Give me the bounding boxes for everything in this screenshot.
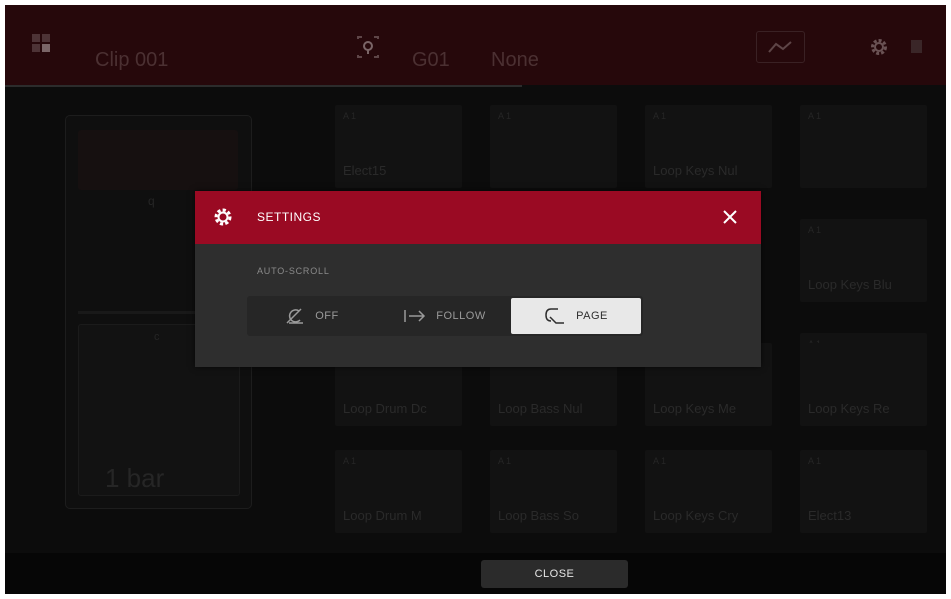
follow-arrow-icon — [404, 310, 426, 322]
pad[interactable]: A 1 Loop Keys Cry — [645, 450, 772, 533]
pad-name: Loop Bass Nul — [498, 401, 583, 416]
top-bar: Clip 001 G01 None — [5, 5, 946, 85]
gear-icon — [214, 208, 232, 226]
option-label: FOLLOW — [436, 310, 486, 322]
clip-name[interactable]: Clip 001 — [95, 49, 168, 72]
group-value[interactable]: None — [491, 49, 539, 72]
pad[interactable]: A 1 — [800, 105, 927, 188]
pad-name: Elect15 — [343, 163, 387, 178]
pad-tag: A 1 — [343, 111, 357, 121]
auto-scroll-follow-button[interactable]: FOLLOW — [380, 296, 510, 336]
option-label: PAGE — [576, 310, 608, 322]
pad-tag: A 1 — [808, 111, 822, 121]
clip-waveform — [78, 130, 238, 190]
stop-icon[interactable] — [911, 40, 922, 53]
pad[interactable]: A 1 Loop Keys Nul — [645, 105, 772, 188]
auto-scroll-label: AUTO-SCROLL — [257, 266, 330, 276]
auto-scroll-selector: OFF FOLLOW PAGE — [247, 296, 643, 336]
pad[interactable]: A 1 Loop Keys Blu — [800, 219, 927, 302]
pad-tag: A 1 — [653, 111, 667, 121]
pad-tag: A 1 — [498, 111, 512, 121]
settings-dialog: SETTINGS AUTO-SCROLL OFF FOLLOW PAGE — [195, 191, 761, 367]
pad-tag: A 1 — [808, 225, 822, 235]
envelope-icon — [768, 41, 792, 53]
pad[interactable]: A 1 Loop Drum M — [335, 450, 462, 533]
dialog-title: SETTINGS — [257, 210, 322, 224]
option-label: OFF — [315, 310, 339, 322]
progress-line — [5, 85, 522, 87]
pad-tag: A 1 — [808, 456, 822, 466]
pad[interactable]: A 1 Elect15 — [335, 105, 462, 188]
pad-name: Loop Keys Me — [653, 401, 737, 416]
pad-tag: A 1 — [498, 456, 512, 466]
pad-grid-icon[interactable] — [32, 34, 52, 54]
pad-tag: A 1 — [653, 456, 667, 466]
pad-name: Loop Keys Re — [808, 401, 890, 416]
screen: Clip 001 G01 None q c 1 bar A 1 Elect15 … — [5, 5, 946, 594]
scroll-off-icon — [286, 308, 304, 324]
dialog-header: SETTINGS — [195, 191, 761, 244]
pad-name: Loop Bass So — [498, 508, 579, 523]
locate-icon[interactable] — [355, 35, 381, 59]
envelope-button[interactable] — [756, 31, 805, 63]
footer-bar — [5, 553, 946, 594]
length-mark: c — [154, 331, 160, 343]
pad-tag: A 1 — [343, 456, 357, 466]
pad-name: Loop Keys Blu — [808, 277, 892, 292]
pad[interactable]: A 1 Elect13 — [800, 450, 927, 533]
gear-icon[interactable] — [869, 37, 889, 57]
pad-name: Loop Keys Cry — [653, 508, 739, 523]
pad[interactable]: A 1 — [490, 105, 617, 188]
pad-name: Loop Drum M — [343, 508, 422, 523]
close-button[interactable]: CLOSE — [481, 560, 628, 588]
pad-name: Loop Keys Nul — [653, 163, 738, 178]
auto-scroll-page-button[interactable]: PAGE — [511, 298, 641, 334]
close-icon[interactable] — [721, 208, 739, 226]
length-value: 1 bar — [105, 463, 165, 493]
pad[interactable]: A 1 Loop Bass So — [490, 450, 617, 533]
auto-scroll-off-button[interactable]: OFF — [247, 296, 377, 336]
pad-name: Elect13 — [808, 508, 852, 523]
group-label[interactable]: G01 — [412, 49, 450, 72]
quantize-mark: q — [148, 194, 155, 208]
pad-name: Loop Drum Dc — [343, 401, 427, 416]
page-icon — [545, 308, 565, 324]
pad[interactable]: Loop Keys Re — [800, 343, 927, 426]
